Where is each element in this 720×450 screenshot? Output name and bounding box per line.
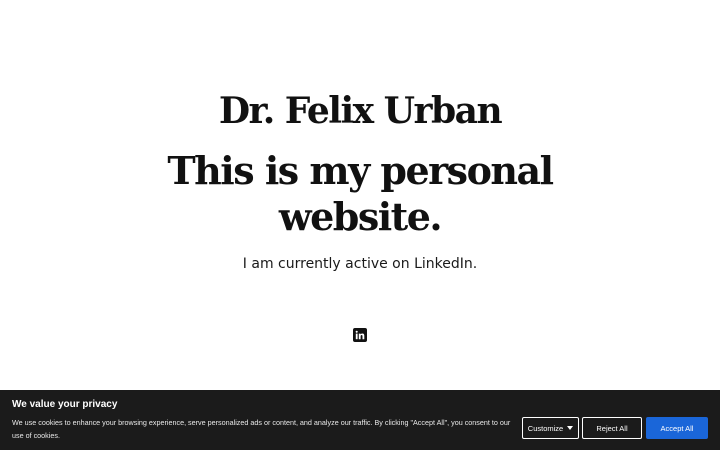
site-owner-name: Dr. Felix Urban xyxy=(218,90,503,132)
accept-all-label: Accept All xyxy=(660,423,694,433)
accept-all-button[interactable]: Accept All xyxy=(646,417,708,439)
cookie-description: We use cookies to enhance your browsing … xyxy=(12,418,511,440)
cookie-title: We value your privacy xyxy=(12,399,118,410)
caret-down-icon xyxy=(567,426,574,430)
reject-all-button[interactable]: Reject All xyxy=(582,417,642,439)
reject-all-label: Reject All xyxy=(596,423,628,433)
linkedin-icon xyxy=(355,330,365,340)
page-headline: This is my personal website. xyxy=(167,148,554,239)
customize-button[interactable]: Customize xyxy=(522,417,579,439)
customize-label: Customize xyxy=(527,423,564,433)
hero-section: Dr. Felix Urban This is my personal webs… xyxy=(0,0,720,390)
status-text: I am currently active on LinkedIn. xyxy=(242,256,478,272)
linkedin-link[interactable] xyxy=(353,328,367,342)
cookie-consent-banner: We value your privacy We use cookies to … xyxy=(0,390,720,450)
